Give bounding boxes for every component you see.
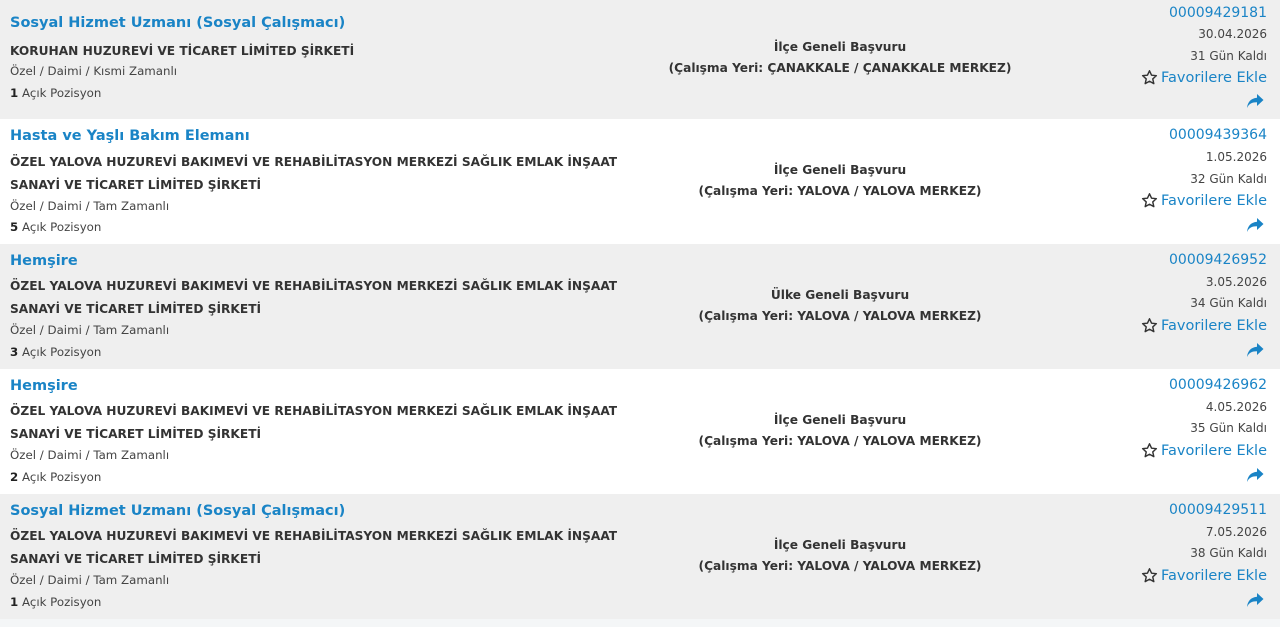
open-positions-count: 5 bbox=[10, 220, 19, 234]
open-positions: 5 Açık Pozisyon bbox=[10, 220, 101, 234]
share-icon[interactable] bbox=[1246, 592, 1264, 608]
employment-type: Özel / Daimi / Tam Zamanlı bbox=[10, 323, 170, 337]
workplace-location: (Çalışma Yeri: YALOVA / YALOVA MERKEZ) bbox=[698, 184, 982, 198]
share-icon[interactable] bbox=[1246, 467, 1264, 483]
open-positions-label: Açık Pozisyon bbox=[21, 220, 102, 234]
workplace-location: (Çalışma Yeri: YALOVA / YALOVA MERKEZ) bbox=[698, 559, 982, 573]
days-left: 34 Gün Kaldı bbox=[1190, 296, 1267, 310]
job-number-link[interactable]: 00009426962 bbox=[1169, 377, 1267, 393]
favorite-label: Favorilere Ekle bbox=[1161, 192, 1267, 209]
company-name: ÖZEL YALOVA HUZUREVİ BAKIMEVİ VE REHABİL… bbox=[10, 529, 618, 566]
deadline-date: 4.05.2026 bbox=[1205, 400, 1267, 414]
open-positions-count: 2 bbox=[10, 470, 19, 484]
days-left: 31 Gün Kaldı bbox=[1190, 49, 1267, 63]
open-positions-count: 1 bbox=[10, 86, 19, 100]
company-name: KORUHAN HUZUREVİ VE TİCARET LİMİTED ŞİRK… bbox=[10, 44, 355, 58]
favorite-label: Favorilere Ekle bbox=[1161, 317, 1267, 334]
employment-type: Özel / Daimi / Tam Zamanlı bbox=[10, 573, 170, 587]
star-icon bbox=[1141, 567, 1158, 584]
job-listing-row: Hemşire ÖZEL YALOVA HUZUREVİ BAKIMEVİ VE… bbox=[0, 244, 1280, 369]
job-listing-row: Hemşire ÖZEL YALOVA HUZUREVİ BAKIMEVİ VE… bbox=[0, 369, 1280, 494]
open-positions-count: 1 bbox=[10, 595, 19, 609]
add-to-favorites-button[interactable]: Favorilere Ekle bbox=[1141, 442, 1267, 459]
star-icon bbox=[1141, 317, 1158, 334]
application-info: İlçe Geneli Başvuru (Çalışma Yeri: YALOV… bbox=[600, 160, 1080, 202]
job-number-link[interactable]: 00009426952 bbox=[1169, 252, 1267, 268]
job-listing-row: Sosyal Hizmet Uzmanı (Sosyal Çalışmacı) … bbox=[0, 494, 1280, 619]
star-icon bbox=[1141, 69, 1158, 86]
company-name: ÖZEL YALOVA HUZUREVİ BAKIMEVİ VE REHABİL… bbox=[10, 279, 618, 316]
job-number-link[interactable]: 00009429181 bbox=[1169, 5, 1267, 21]
deadline-date: 7.05.2026 bbox=[1205, 525, 1267, 539]
job-title-link[interactable]: Hemşire bbox=[10, 253, 78, 269]
favorite-label: Favorilere Ekle bbox=[1161, 442, 1267, 459]
open-positions: 3 Açık Pozisyon bbox=[10, 345, 101, 359]
application-info: İlçe Geneli Başvuru (Çalışma Yeri: ÇANAK… bbox=[600, 37, 1080, 79]
workplace-location: (Çalışma Yeri: YALOVA / YALOVA MERKEZ) bbox=[698, 309, 982, 323]
application-type: İlçe Geneli Başvuru bbox=[773, 413, 907, 427]
application-type: Ülke Geneli Başvuru bbox=[770, 288, 910, 302]
star-icon bbox=[1141, 442, 1158, 459]
job-number-link[interactable]: 00009429511 bbox=[1169, 502, 1267, 518]
deadline-date: 1.05.2026 bbox=[1205, 150, 1267, 164]
open-positions-count: 3 bbox=[10, 345, 19, 359]
application-info: Ülke Geneli Başvuru (Çalışma Yeri: YALOV… bbox=[600, 285, 1080, 327]
open-positions: 1 Açık Pozisyon bbox=[10, 86, 101, 100]
employment-type: Özel / Daimi / Kısmi Zamanlı bbox=[10, 64, 178, 78]
open-positions-label: Açık Pozisyon bbox=[21, 595, 102, 609]
favorite-label: Favorilere Ekle bbox=[1161, 69, 1267, 86]
add-to-favorites-button[interactable]: Favorilere Ekle bbox=[1141, 69, 1267, 86]
star-icon bbox=[1141, 192, 1158, 209]
workplace-location: (Çalışma Yeri: ÇANAKKALE / ÇANAKKALE MER… bbox=[668, 61, 1012, 75]
share-icon[interactable] bbox=[1246, 93, 1264, 109]
employment-type: Özel / Daimi / Tam Zamanlı bbox=[10, 199, 170, 213]
application-type: İlçe Geneli Başvuru bbox=[773, 538, 907, 552]
add-to-favorites-button[interactable]: Favorilere Ekle bbox=[1141, 192, 1267, 209]
open-positions-label: Açık Pozisyon bbox=[21, 86, 102, 100]
open-positions-label: Açık Pozisyon bbox=[21, 470, 102, 484]
favorite-label: Favorilere Ekle bbox=[1161, 567, 1267, 584]
job-listing-row: Sosyal Hizmet Uzmanı (Sosyal Çalışmacı) … bbox=[0, 0, 1280, 119]
share-icon[interactable] bbox=[1246, 342, 1264, 358]
job-listing-row: Hasta ve Yaşlı Bakım Elemanı ÖZEL YALOVA… bbox=[0, 119, 1280, 244]
application-info: İlçe Geneli Başvuru (Çalışma Yeri: YALOV… bbox=[600, 410, 1080, 452]
add-to-favorites-button[interactable]: Favorilere Ekle bbox=[1141, 567, 1267, 584]
company-name: ÖZEL YALOVA HUZUREVİ BAKIMEVİ VE REHABİL… bbox=[10, 404, 618, 441]
open-positions-label: Açık Pozisyon bbox=[21, 345, 102, 359]
open-positions: 1 Açık Pozisyon bbox=[10, 595, 101, 609]
open-positions: 2 Açık Pozisyon bbox=[10, 470, 101, 484]
job-title-link[interactable]: Sosyal Hizmet Uzmanı (Sosyal Çalışmacı) bbox=[10, 503, 345, 519]
days-left: 35 Gün Kaldı bbox=[1190, 421, 1267, 435]
job-listing-list: Sosyal Hizmet Uzmanı (Sosyal Çalışmacı) … bbox=[0, 0, 1280, 627]
job-title-link[interactable]: Hemşire bbox=[10, 378, 78, 394]
application-type: İlçe Geneli Başvuru bbox=[773, 163, 907, 177]
job-number-link[interactable]: 00009439364 bbox=[1169, 127, 1267, 143]
employment-type: Özel / Daimi / Tam Zamanlı bbox=[10, 448, 170, 462]
application-info: İlçe Geneli Başvuru (Çalışma Yeri: YALOV… bbox=[600, 535, 1080, 577]
share-icon[interactable] bbox=[1246, 217, 1264, 233]
job-title-link[interactable]: Hasta ve Yaşlı Bakım Elemanı bbox=[10, 128, 250, 144]
deadline-date: 3.05.2026 bbox=[1205, 275, 1267, 289]
deadline-date: 30.04.2026 bbox=[1198, 27, 1267, 41]
list-bottom-edge bbox=[0, 619, 1280, 627]
days-left: 32 Gün Kaldı bbox=[1190, 172, 1267, 186]
application-type: İlçe Geneli Başvuru bbox=[773, 40, 907, 54]
company-name: ÖZEL YALOVA HUZUREVİ BAKIMEVİ VE REHABİL… bbox=[10, 155, 618, 192]
job-title-link[interactable]: Sosyal Hizmet Uzmanı (Sosyal Çalışmacı) bbox=[10, 15, 345, 31]
add-to-favorites-button[interactable]: Favorilere Ekle bbox=[1141, 317, 1267, 334]
workplace-location: (Çalışma Yeri: YALOVA / YALOVA MERKEZ) bbox=[698, 434, 982, 448]
days-left: 38 Gün Kaldı bbox=[1190, 546, 1267, 560]
